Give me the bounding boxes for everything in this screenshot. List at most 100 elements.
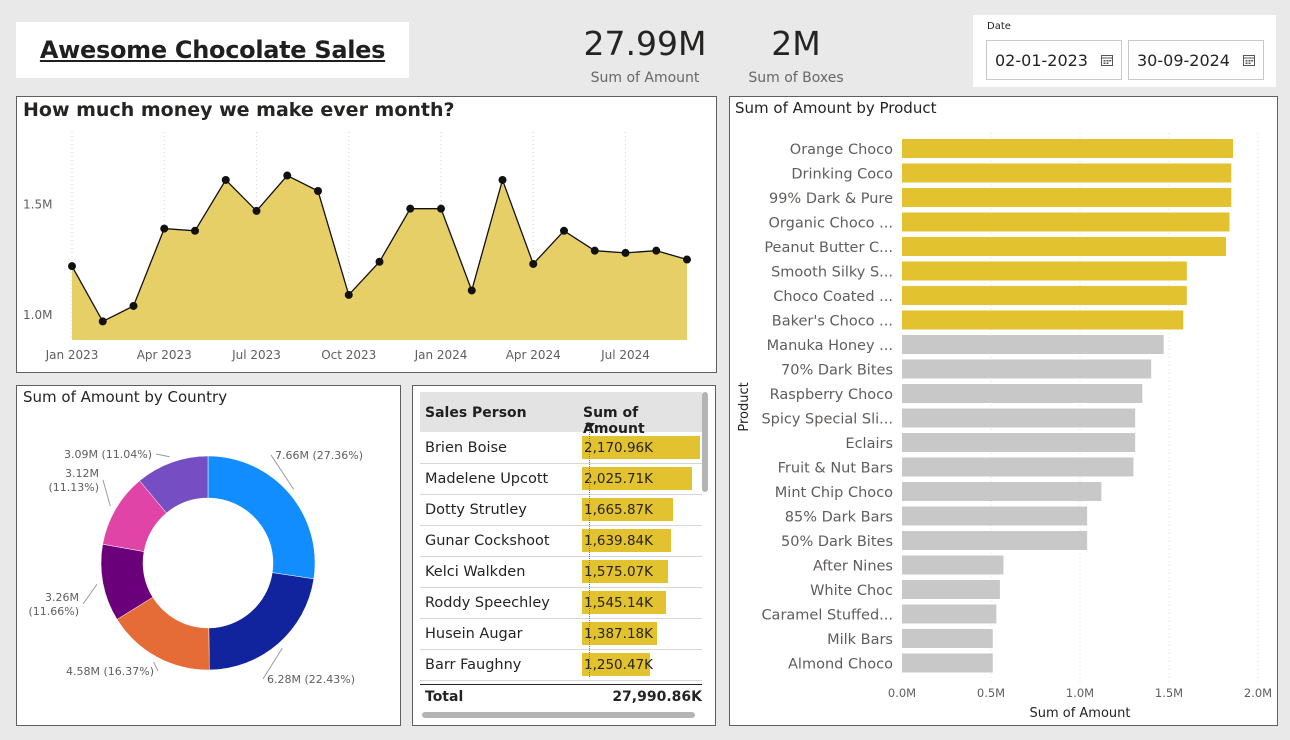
amount-value: 2,025.71K xyxy=(584,471,653,487)
product-bar xyxy=(902,555,1004,575)
product-label: Caramel Stuffed... xyxy=(761,608,893,624)
table-total-row: Total 27,990.86K xyxy=(420,684,702,707)
x-tick-label: 0.0M xyxy=(888,686,916,700)
table-header: Sales Person Sum of Amount xyxy=(420,392,702,437)
product-label: Almond Choco xyxy=(788,657,893,673)
table-row[interactable]: Kelci Walkden 1,575.07K xyxy=(420,556,702,588)
total-value: 27,990.86K xyxy=(612,689,702,705)
start-date-input[interactable]: 02-01-2023 xyxy=(986,40,1122,80)
product-label: Orange Choco xyxy=(790,142,893,158)
product-bar xyxy=(902,335,1164,354)
amount-value: 1,545.14K xyxy=(584,595,653,611)
data-point xyxy=(437,204,445,213)
kpi-boxes-value: 2M xyxy=(771,24,821,63)
product-bar xyxy=(902,629,993,648)
data-point xyxy=(160,224,169,233)
table-row[interactable]: Barr Faughny 1,250.47K xyxy=(420,649,702,681)
y-tick-label: 1.0M xyxy=(23,308,52,322)
total-label: Total xyxy=(425,689,464,705)
amount-value: 1,639.84K xyxy=(584,533,653,549)
product-bar xyxy=(902,237,1226,256)
line-chart-title: How much money we make ever month? xyxy=(23,99,455,121)
kpi-amount-label: Sum of Amount xyxy=(590,70,700,86)
table-row[interactable]: Dotty Strutley 1,665.87K xyxy=(420,494,702,526)
header-sales-person[interactable]: Sales Person xyxy=(425,405,527,421)
product-label: 50% Dark Bites xyxy=(781,534,893,550)
data-point xyxy=(283,171,292,180)
x-tick-label: Apr 2024 xyxy=(506,348,561,362)
date-slicer: Date 02-01-2023 30-09-2024 xyxy=(973,15,1276,87)
start-date-value: 02-01-2023 xyxy=(995,50,1088,70)
slice-label: 4.58M (16.37%) xyxy=(66,665,154,678)
calendar-icon[interactable] xyxy=(1101,54,1113,66)
product-label: Spicy Special Sli... xyxy=(761,412,893,428)
data-point xyxy=(221,175,230,184)
sales-person-table: Sales Person Sum of Amount Brien Boise 2,… xyxy=(412,385,716,726)
product-bar xyxy=(902,261,1187,281)
monthly-amount-chart: 1.0M 1.5M Jan 2023 Apr 2023 Jul 2023 Oct 2023… xyxy=(16,96,717,373)
x-tick-label: 2.0M xyxy=(1244,686,1272,700)
country-donut-chart: Sum of Amount by Country 7.66M (27.36%) 6… xyxy=(16,385,401,726)
y-axis-title: Product xyxy=(737,382,752,431)
table-row[interactable]: Brien Boise 2,170.96K xyxy=(420,432,702,464)
amount-value: 1,250.47K xyxy=(584,657,653,673)
amount-value: 2,170.96K xyxy=(584,440,653,456)
amount-value: 1,665.87K xyxy=(584,502,653,518)
slice-label: 3.09M (11.04%) xyxy=(64,448,152,461)
product-bar xyxy=(902,433,1136,452)
product-bar xyxy=(902,188,1232,207)
kpi-amount-value: 27.99M xyxy=(583,24,707,63)
product-label: After Nines xyxy=(813,559,893,575)
data-point xyxy=(498,175,507,184)
product-bar-chart: Sum of Amount by Product Orange Choco Dri… xyxy=(729,96,1278,726)
amount-value: 1,575.07K xyxy=(584,564,653,580)
sales-person-name: Madelene Upcott xyxy=(425,471,549,487)
calendar-icon[interactable] xyxy=(1243,54,1255,66)
table-row[interactable]: Roddy Speechley 1,545.14K xyxy=(420,587,702,619)
data-point xyxy=(406,204,415,213)
end-date-input[interactable]: 30-09-2024 xyxy=(1128,40,1264,80)
data-point xyxy=(314,187,322,195)
product-bar xyxy=(902,163,1232,183)
data-point xyxy=(621,248,630,257)
monthly-area-svg: 1.0M 1.5M Jan 2023 Apr 2023 Jul 2023 Oct 2023… xyxy=(23,132,691,362)
product-bar xyxy=(902,531,1088,550)
x-tick-label: 1.5M xyxy=(1155,686,1183,700)
horizontal-scrollbar[interactable] xyxy=(422,712,695,718)
product-label: Manuka Honey ... xyxy=(767,338,893,354)
table-row[interactable]: Gunar Cockshoot 1,639.84K xyxy=(420,525,702,557)
table-row[interactable]: Husein Augar 1,387.18K xyxy=(420,618,702,650)
x-tick-label: 1.0M xyxy=(1066,686,1094,700)
kpi-sum-of-amount: 27.99M Sum of Amount xyxy=(575,24,715,87)
product-label: 70% Dark Bites xyxy=(781,363,893,379)
data-point xyxy=(375,257,384,266)
data-point xyxy=(590,246,599,255)
data-point xyxy=(529,259,538,268)
product-bar-svg: Orange Choco Drinking Coco 99% Dark & Pure… xyxy=(737,133,1272,721)
x-tick-label: Jan 2023 xyxy=(45,348,99,362)
column-divider xyxy=(589,432,590,677)
product-label: 85% Dark Bars xyxy=(785,510,893,526)
table-row[interactable]: Madelene Upcott 2,025.71K xyxy=(420,463,702,495)
product-label: Peanut Butter C... xyxy=(764,240,893,256)
sort-desc-icon[interactable] xyxy=(585,423,595,429)
donut-slice xyxy=(207,455,316,580)
product-bar xyxy=(902,139,1234,158)
product-label: 99% Dark & Pure xyxy=(769,191,893,207)
sales-person-name: Gunar Cockshoot xyxy=(425,533,550,549)
title-card: Awesome Chocolate Sales xyxy=(16,22,409,78)
x-tick-label: Oct 2023 xyxy=(321,348,376,362)
donut-slice xyxy=(208,572,315,671)
product-bar xyxy=(902,482,1102,501)
vertical-scrollbar[interactable] xyxy=(702,392,708,492)
data-point xyxy=(98,317,107,326)
data-point xyxy=(560,226,568,235)
leader-line xyxy=(155,453,170,458)
data-point xyxy=(252,206,261,215)
product-bar xyxy=(902,359,1152,379)
kpi-sum-of-boxes: 2M Sum of Boxes xyxy=(735,24,857,87)
x-axis-title: Sum of Amount xyxy=(1029,706,1130,721)
sales-person-name: Husein Augar xyxy=(425,626,523,642)
x-tick-label: Jan 2024 xyxy=(414,348,468,362)
data-point xyxy=(129,301,138,310)
